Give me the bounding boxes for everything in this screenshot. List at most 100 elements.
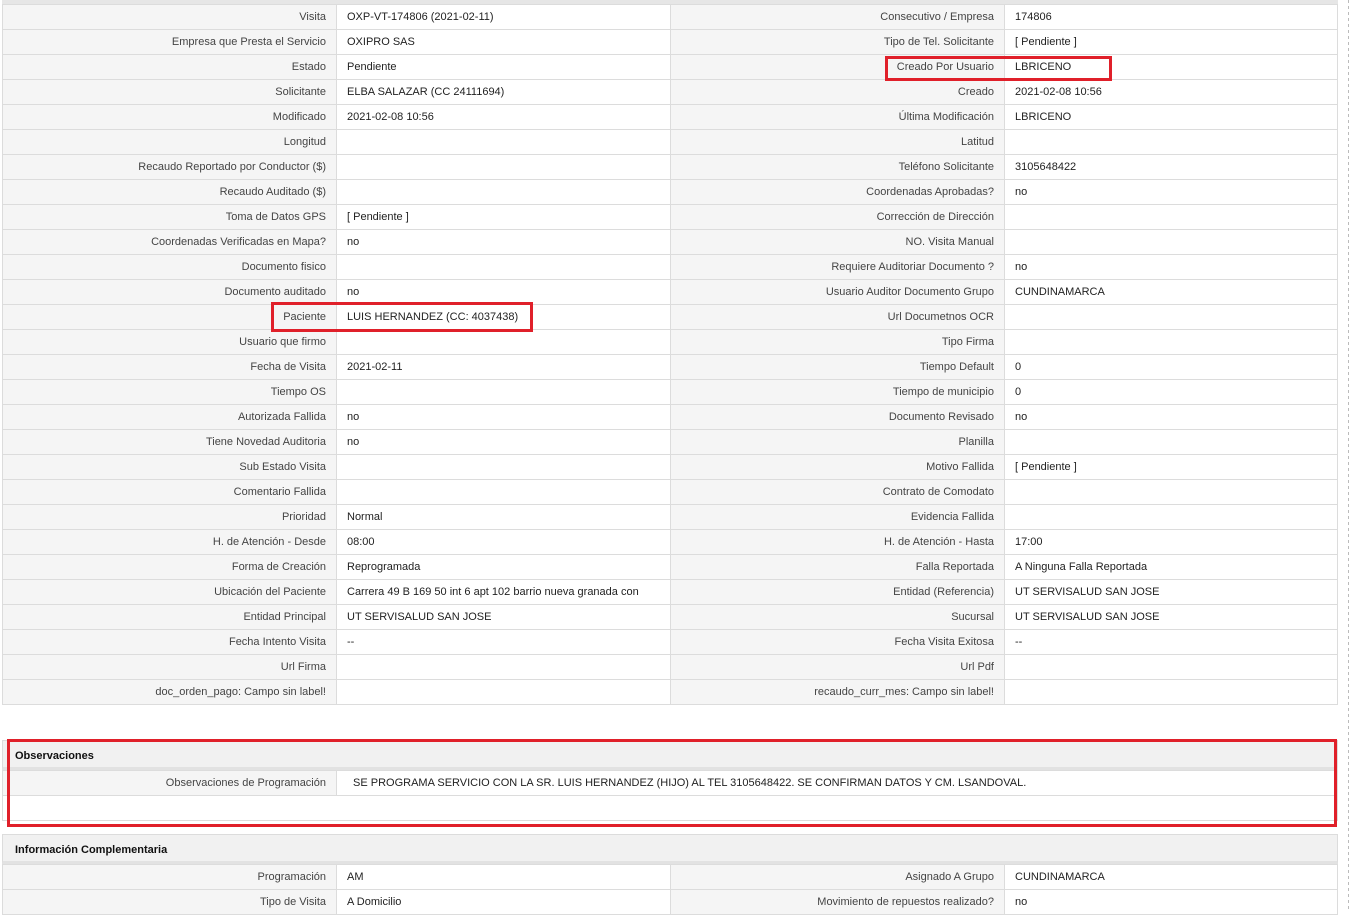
field-value (336, 254, 671, 280)
field-value (1004, 429, 1338, 455)
observaciones-table: Observaciones de Programación SE PROGRAM… (2, 770, 1338, 821)
field-value: [ Pendiente ] (1004, 29, 1338, 55)
table-row (2, 795, 1338, 821)
field-label: Usuario que firmo (2, 329, 337, 355)
field-label: Solicitante (2, 79, 337, 105)
field-label: recaudo_curr_mes: Campo sin label! (670, 679, 1005, 705)
table-row: doc_orden_pago: Campo sin label! recaudo_… (2, 679, 1338, 705)
table-row: Recaudo Auditado ($) Coordenadas Aprobada… (2, 179, 1338, 205)
field-label: Tipo Firma (670, 329, 1005, 355)
field-label: Latitud (670, 129, 1005, 155)
table-row: Usuario que firmo Tipo Firma (2, 329, 1338, 355)
field-value: no (1004, 404, 1338, 430)
table-row: Observaciones de Programación SE PROGRAM… (2, 770, 1338, 796)
table-row: Prioridad Normal Evidencia Fallida (2, 504, 1338, 530)
field-value (1004, 129, 1338, 155)
field-value: AM (336, 864, 671, 890)
field-value (336, 154, 671, 180)
field-label: Visita (2, 4, 337, 30)
field-label: Planilla (670, 429, 1005, 455)
field-value: [ Pendiente ] (1004, 454, 1338, 480)
table-row: Coordenadas Verificadas en Mapa? no NO. V… (2, 229, 1338, 255)
table-row: Solicitante ELBA SALAZAR (CC 24111694) Cre… (2, 79, 1338, 105)
field-label: Modificado (2, 104, 337, 130)
field-label: Contrato de Comodato (670, 479, 1005, 505)
field-value (1004, 329, 1338, 355)
field-label: Documento auditado (2, 279, 337, 305)
empty-cell (2, 795, 1338, 821)
field-label: Longitud (2, 129, 337, 155)
field-value (1004, 679, 1338, 705)
field-value: UT SERVISALUD SAN JOSE (336, 604, 671, 630)
field-value: Carrera 49 B 169 50 int 6 apt 102 barrio… (336, 579, 671, 605)
field-value (336, 129, 671, 155)
field-value (336, 329, 671, 355)
field-value: Reprogramada (336, 554, 671, 580)
field-label: Teléfono Solicitante (670, 154, 1005, 180)
field-label: Ubicación del Paciente (2, 579, 337, 605)
field-value (336, 179, 671, 205)
field-label: Tiempo Default (670, 354, 1005, 380)
field-label: Última Modificación (670, 104, 1005, 130)
field-value (336, 454, 671, 480)
field-label: Toma de Datos GPS (2, 204, 337, 230)
field-value: OXP-VT-174806 (2021-02-11) (336, 4, 671, 30)
field-value (1004, 229, 1338, 255)
field-label: Programación (2, 864, 337, 890)
table-row: Tiempo OS Tiempo de municipio 0 (2, 379, 1338, 405)
info-complementaria-table: Programación AM Asignado A Grupo CUNDINAMAR… (2, 864, 1338, 915)
field-value: ELBA SALAZAR (CC 24111694) (336, 79, 671, 105)
field-value: Pendiente (336, 54, 671, 80)
field-value: no (336, 279, 671, 305)
field-value: 17:00 (1004, 529, 1338, 555)
field-label: Documento Revisado (670, 404, 1005, 430)
field-label: Fecha Visita Exitosa (670, 629, 1005, 655)
field-value: no (336, 229, 671, 255)
field-label: Tiempo OS (2, 379, 337, 405)
field-label: Falla Reportada (670, 554, 1005, 580)
field-value: A Ninguna Falla Reportada (1004, 554, 1338, 580)
field-label: Requiere Auditoriar Documento ? (670, 254, 1005, 280)
field-value: 0 (1004, 354, 1338, 380)
table-row: Comentario Fallida Contrato de Comodato (2, 479, 1338, 505)
field-value: CUNDINAMARCA (1004, 279, 1338, 305)
field-label: Recaudo Auditado ($) (2, 179, 337, 205)
observaciones-programacion-label: Observaciones de Programación (2, 770, 337, 796)
table-row: H. de Atención - Desde 08:00 H. de Atenció… (2, 529, 1338, 555)
field-label: Entidad (Referencia) (670, 579, 1005, 605)
table-row: Forma de Creación Reprogramada Falla Repor… (2, 554, 1338, 580)
field-value: OXIPRO SAS (336, 29, 671, 55)
field-value: CUNDINAMARCA (1004, 864, 1338, 890)
field-value: 08:00 (336, 529, 671, 555)
field-label: Estado (2, 54, 337, 80)
field-label: Tipo de Tel. Solicitante (670, 29, 1005, 55)
observaciones-section: Observaciones Observaciones de Programac… (2, 740, 1338, 821)
field-value: no (1004, 179, 1338, 205)
field-label: Recaudo Reportado por Conductor ($) (2, 154, 337, 180)
observaciones-programacion-value: SE PROGRAMA SERVICIO CON LA SR. LUIS HER… (336, 770, 1338, 796)
table-row: Url Firma Url Pdf (2, 654, 1338, 680)
table-row: Paciente LUIS HERNANDEZ (CC: 4037438) Url … (2, 304, 1338, 330)
field-label: Tiene Novedad Auditoria (2, 429, 337, 455)
field-value: 3105648422 (1004, 154, 1338, 180)
field-label: Prioridad (2, 504, 337, 530)
scrollbar-track[interactable] (1348, 0, 1349, 911)
table-row: Visita OXP-VT-174806 (2021-02-11) Consecut… (2, 4, 1338, 30)
table-row: Ubicación del Paciente Carrera 49 B 169 5… (2, 579, 1338, 605)
field-label: Url Firma (2, 654, 337, 680)
field-label: H. de Atención - Hasta (670, 529, 1005, 555)
table-row: Documento auditado no Usuario Auditor Docu… (2, 279, 1338, 305)
field-label: Usuario Auditor Documento Grupo (670, 279, 1005, 305)
field-value: no (336, 429, 671, 455)
table-row: Programación AM Asignado A Grupo CUNDINAMAR… (2, 864, 1338, 890)
field-label: Tiempo de municipio (670, 379, 1005, 405)
table-row: Sub Estado Visita Motivo Fallida[ Pendien… (2, 454, 1338, 480)
table-row: Documento fisico Requiere Auditoriar Docu… (2, 254, 1338, 280)
field-value (336, 654, 671, 680)
field-label: NO. Visita Manual (670, 229, 1005, 255)
field-value: Normal (336, 504, 671, 530)
field-label: Autorizada Fallida (2, 404, 337, 430)
field-label: Fecha de Visita (2, 354, 337, 380)
field-value: -- (1004, 629, 1338, 655)
info-complementaria-section: Información Complementaria Programación A… (2, 834, 1338, 915)
